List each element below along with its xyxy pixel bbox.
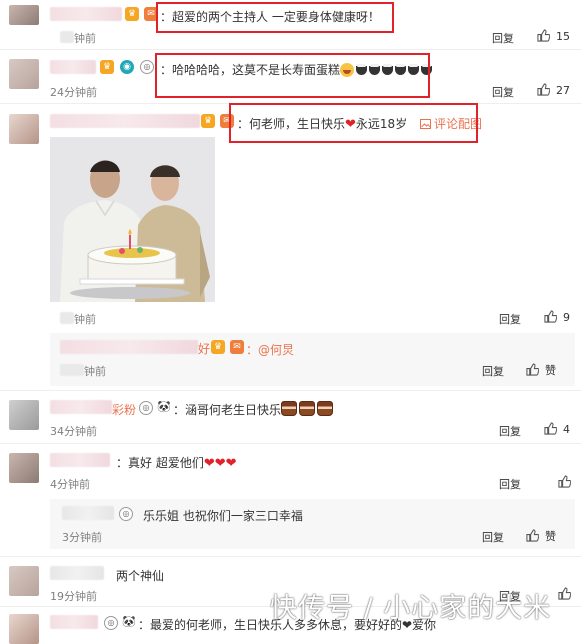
reply-time: 钟前 xyxy=(84,365,106,378)
thumbs-up-icon xyxy=(544,310,557,323)
username[interactable] xyxy=(50,453,110,467)
comment-text: ：涵哥何老生日快乐 xyxy=(173,401,335,418)
like-button[interactable]: 赞 xyxy=(526,528,556,544)
thumbs-up-icon xyxy=(526,363,539,376)
reply-time: 3分钟前 xyxy=(62,531,102,544)
heart-emoji-icon: ❤❤❤ xyxy=(203,456,237,471)
thumbs-up-icon xyxy=(544,422,557,435)
like-count: 15 xyxy=(556,30,570,43)
comment-time: 4分钟前 xyxy=(50,478,90,491)
birthday-photo xyxy=(50,137,215,302)
watermark: 快传号 / 小心家的大米 xyxy=(270,593,552,624)
like-button[interactable]: 9 xyxy=(544,310,570,324)
thumbs-up-icon xyxy=(537,83,550,96)
crown-badge-icon: ♛ xyxy=(201,114,215,128)
avatar[interactable] xyxy=(9,114,39,144)
reply-button[interactable]: 回复 xyxy=(499,423,521,439)
comment-time: 34分钟前 xyxy=(50,425,97,438)
panda-badge-icon: 🐼 xyxy=(122,615,136,629)
crown-badge-icon: ♛ xyxy=(100,60,114,74)
time-redacted xyxy=(60,31,74,43)
like-label: 赞 xyxy=(545,364,556,377)
ring-badge-icon: ◎ xyxy=(104,616,118,630)
reply-text: 乐乐姐 也祝你们一家三口幸福 xyxy=(143,509,303,523)
like-count: 4 xyxy=(563,423,570,436)
avatar[interactable] xyxy=(9,5,39,25)
thumbs-up-icon xyxy=(558,587,571,600)
like-button[interactable]: 27 xyxy=(537,83,570,97)
ring-badge-icon: ◎ xyxy=(139,401,153,415)
highlight-box xyxy=(155,53,430,98)
crown-badge-icon: ♛ xyxy=(125,7,139,21)
cake-emoji-icon xyxy=(317,401,334,416)
like-button[interactable] xyxy=(558,475,577,489)
avatar[interactable] xyxy=(9,59,39,89)
comment-time: 钟前 xyxy=(74,313,96,326)
username[interactable] xyxy=(50,400,112,414)
username[interactable] xyxy=(50,114,200,128)
like-label: 赞 xyxy=(545,530,556,543)
avatar[interactable] xyxy=(9,400,39,430)
thumbs-up-icon xyxy=(537,29,550,42)
time-redacted xyxy=(60,364,84,376)
highlight-box xyxy=(156,2,394,33)
crown-badge-icon: ♛ xyxy=(211,340,225,354)
like-button[interactable]: 15 xyxy=(537,29,570,43)
comment-time: 19分钟前 xyxy=(50,590,97,603)
like-count: 27 xyxy=(556,84,570,97)
comment-time: 钟前 xyxy=(74,32,96,45)
username[interactable] xyxy=(50,60,96,74)
ring-badge-icon: ◎ xyxy=(140,60,154,74)
like-button[interactable]: 4 xyxy=(544,422,570,436)
reply-button[interactable]: 回复 xyxy=(499,311,521,327)
gift-badge-icon: ✉ xyxy=(230,340,244,354)
username-tail[interactable]: 好 xyxy=(198,340,210,357)
avatar[interactable] xyxy=(9,453,39,483)
reply-button[interactable]: 回复 xyxy=(492,30,514,46)
like-button[interactable]: 赞 xyxy=(526,362,556,378)
ring-badge-icon: ◎ xyxy=(119,507,133,521)
divider xyxy=(0,49,581,50)
divider xyxy=(0,556,581,557)
username-tail[interactable]: 彩粉 xyxy=(112,401,136,418)
username[interactable] xyxy=(60,340,198,354)
cake-emoji-icon xyxy=(299,401,316,416)
cake-emoji-icon xyxy=(281,401,298,416)
reply-button[interactable]: 回复 xyxy=(482,529,504,545)
avatar[interactable] xyxy=(9,566,39,596)
thumbs-up-icon xyxy=(526,529,539,542)
thumbs-up-icon xyxy=(558,475,571,488)
like-count: 9 xyxy=(563,311,570,324)
username[interactable] xyxy=(50,615,98,629)
highlight-box xyxy=(229,103,478,143)
comment-image[interactable] xyxy=(50,137,215,302)
reply-button[interactable]: 回复 xyxy=(492,84,514,100)
like-button[interactable] xyxy=(558,587,577,601)
reply-button[interactable]: 回复 xyxy=(499,476,521,492)
panda-badge-icon: 🐼 xyxy=(157,400,171,414)
reply-button[interactable]: 回复 xyxy=(482,363,504,379)
username[interactable] xyxy=(50,7,122,21)
comment-text: 两个神仙 xyxy=(116,569,165,583)
divider xyxy=(0,390,581,391)
eye-badge-icon: ◉ xyxy=(120,60,134,74)
reply-text: ：@何炅 xyxy=(246,343,295,357)
avatar[interactable] xyxy=(9,614,39,644)
username[interactable] xyxy=(50,566,104,580)
username[interactable] xyxy=(62,506,114,520)
comment-time: 24分钟前 xyxy=(50,86,97,99)
time-redacted xyxy=(60,312,74,324)
divider xyxy=(0,443,581,444)
comment-text: ：真好 超爱他们❤❤❤ xyxy=(116,456,237,471)
